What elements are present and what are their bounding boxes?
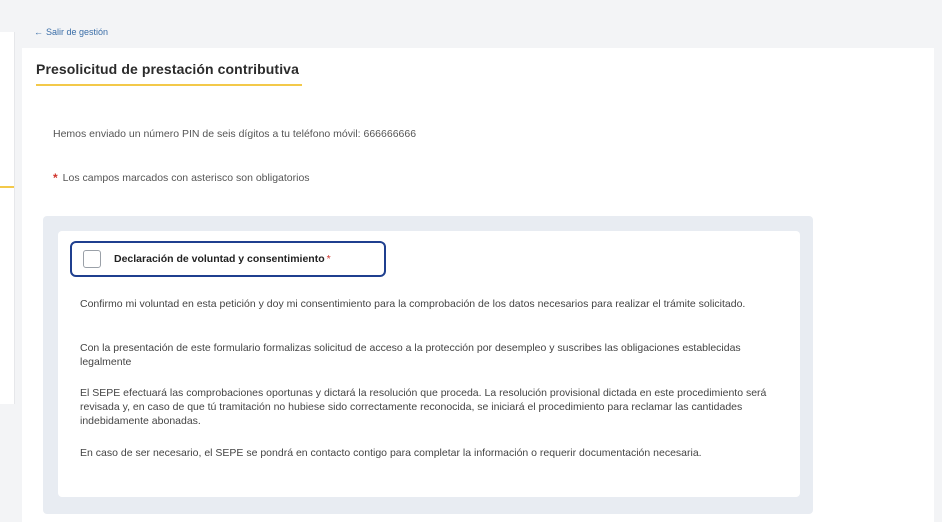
back-link-label: Salir de gestión [46,27,109,37]
consent-checkbox-field[interactable]: Declaración de voluntad y consentimiento… [70,241,386,277]
consent-paragraph: El SEPE efectuará las comprobaciones opo… [80,387,767,427]
consent-paragraph: Confirmo mi voluntad en esta petición y … [80,298,746,310]
asterisk-icon: * [53,171,58,185]
required-note-text: Los campos marcados con asterisco son ob… [62,172,310,184]
consent-label-text: Declaración de voluntad y consentimiento [114,253,325,265]
pin-message: Hemos enviado un número PIN de seis dígi… [53,128,417,140]
consent-checkbox-label[interactable]: Declaración de voluntad y consentimiento… [114,253,331,265]
back-link[interactable]: ← Salir de gestión [34,27,108,37]
required-fields-note: * Los campos marcados con asterisco son … [53,171,310,185]
required-asterisk: * [326,253,331,265]
page-title: Presolicitud de prestación contributiva [36,61,299,77]
left-panel-accent [0,186,14,188]
title-underline [36,84,302,86]
arrow-left-icon: ← [34,27,43,37]
consent-paragraph: En caso de ser necesario, el SEPE se pon… [80,447,702,459]
left-side-panel [0,32,15,404]
consent-checkbox[interactable] [83,250,101,268]
consent-paragraph: Con la presentación de este formulario f… [80,342,741,368]
